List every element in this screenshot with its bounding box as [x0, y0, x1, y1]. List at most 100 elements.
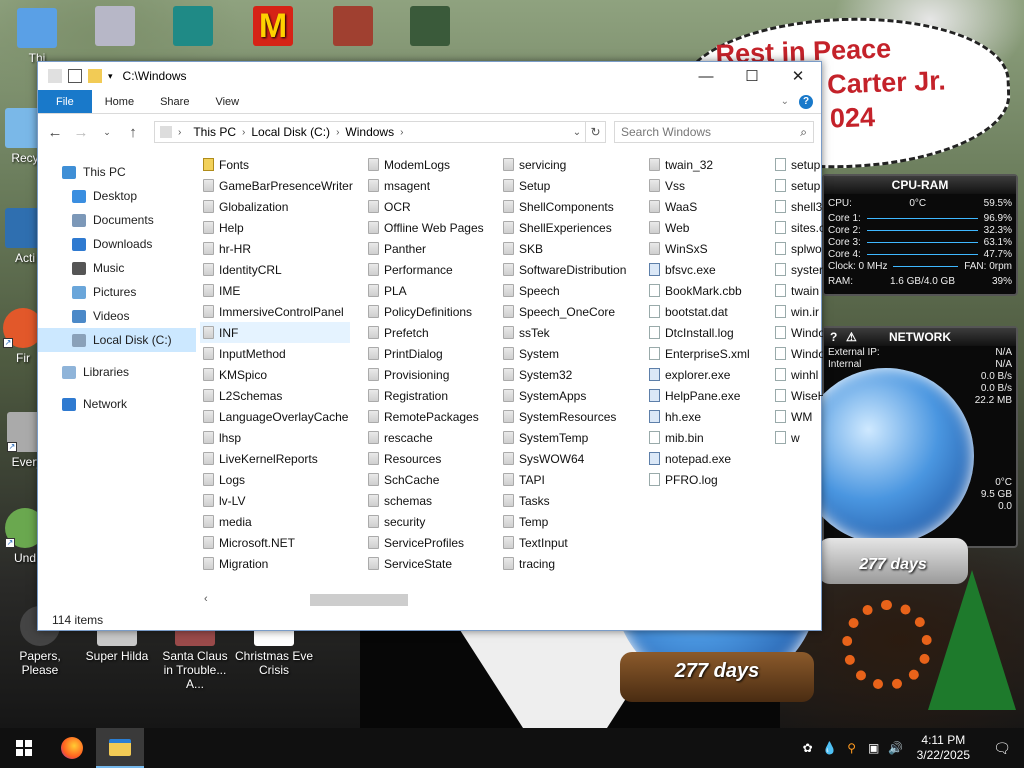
nav-item-videos[interactable]: Videos: [38, 304, 196, 328]
address-bar[interactable]: › This PC › Local Disk (C:) › Windows › …: [154, 121, 606, 143]
file-item[interactable]: Speech_OneCore: [500, 301, 640, 322]
nav-item-desktop[interactable]: Desktop: [38, 184, 196, 208]
nav-item-music[interactable]: Music: [38, 256, 196, 280]
back-button[interactable]: ←: [44, 121, 66, 143]
nav-item-documents[interactable]: Documents: [38, 208, 196, 232]
file-item[interactable]: WiseH: [772, 385, 823, 406]
file-item[interactable]: SoftwareDistribution: [500, 259, 640, 280]
file-item[interactable]: System: [500, 343, 640, 364]
file-item[interactable]: lv-LV: [200, 490, 350, 511]
file-item[interactable]: ssTek: [500, 322, 640, 343]
nav-item-libraries[interactable]: Libraries: [38, 360, 196, 384]
file-item[interactable]: BookMark.cbb: [646, 280, 766, 301]
file-item[interactable]: Web: [646, 217, 766, 238]
expand-ribbon-icon[interactable]: ⌄: [781, 96, 789, 107]
file-item[interactable]: Fonts: [200, 154, 350, 175]
file-item[interactable]: ServiceState: [365, 553, 495, 574]
file-item[interactable]: winhl: [772, 364, 823, 385]
properties-icon[interactable]: [68, 69, 82, 83]
file-item[interactable]: win.ir: [772, 301, 823, 322]
file-item[interactable]: GameBarPresenceWriter: [200, 175, 353, 196]
file-item[interactable]: ModemLogs: [365, 154, 495, 175]
file-item[interactable]: ShellComponents: [500, 196, 640, 217]
file-item[interactable]: Vss: [646, 175, 766, 196]
file-item[interactable]: Registration: [365, 385, 495, 406]
notification-button[interactable]: 🗨: [980, 740, 1024, 757]
file-item[interactable]: SystemResources: [500, 406, 640, 427]
taskbar-firefox[interactable]: [48, 728, 96, 768]
file-item[interactable]: media: [200, 511, 350, 532]
search-input[interactable]: Search Windows ⌕: [614, 121, 814, 143]
file-item[interactable]: mib.bin: [646, 427, 766, 448]
breadcrumb-windows[interactable]: Windows: [339, 125, 400, 139]
file-item[interactable]: Resources: [365, 448, 495, 469]
file-item[interactable]: WM: [772, 406, 823, 427]
scroll-left-icon[interactable]: ‹: [204, 593, 208, 605]
chevron-right-icon[interactable]: ›: [400, 127, 403, 138]
nav-item-network[interactable]: Network: [38, 392, 196, 416]
file-item[interactable]: LanguageOverlayCache: [200, 406, 350, 427]
nav-item-pictures[interactable]: Pictures: [38, 280, 196, 304]
up-button[interactable]: ↑: [122, 121, 144, 143]
file-item[interactable]: Offline Web Pages: [365, 217, 495, 238]
taskbar-file-explorer[interactable]: [96, 728, 144, 768]
tab-file[interactable]: File: [38, 90, 92, 113]
desktop-icon-top-1[interactable]: [80, 6, 150, 49]
file-item[interactable]: Panther: [365, 238, 495, 259]
desktop-icon-top-4[interactable]: [318, 6, 388, 49]
desktop-icon-top-5[interactable]: [395, 6, 465, 49]
nav-item-downloads[interactable]: Downloads: [38, 232, 196, 256]
file-item[interactable]: msagent: [365, 175, 495, 196]
desktop-icon-top-2[interactable]: [158, 6, 228, 49]
file-item[interactable]: IdentityCRL: [200, 259, 350, 280]
file-item[interactable]: Microsoft.NET: [200, 532, 350, 553]
file-item[interactable]: KMSpico: [200, 364, 350, 385]
tab-view[interactable]: View: [202, 90, 252, 113]
file-item[interactable]: hr-HR: [200, 238, 350, 259]
file-item[interactable]: PFRO.log: [646, 469, 766, 490]
file-item[interactable]: DtcInstall.log: [646, 322, 766, 343]
nav-item-local-disk-c[interactable]: Local Disk (C:): [38, 328, 196, 352]
file-item[interactable]: setup: [772, 175, 823, 196]
file-item[interactable]: PolicyDefinitions: [365, 301, 495, 322]
file-item[interactable]: hh.exe: [646, 406, 766, 427]
file-item[interactable]: bfsvc.exe: [646, 259, 766, 280]
file-item[interactable]: SystemApps: [500, 385, 640, 406]
tray-drop-icon[interactable]: 💧: [819, 741, 841, 755]
nav-item-this-pc[interactable]: This PC: [38, 160, 196, 184]
file-item[interactable]: OCR: [365, 196, 495, 217]
file-item[interactable]: servicing: [500, 154, 640, 175]
file-item[interactable]: WinSxS: [646, 238, 766, 259]
file-item[interactable]: Migration: [200, 553, 350, 574]
volume-icon[interactable]: 🔊: [885, 741, 907, 755]
horizontal-scrollbar[interactable]: ‹: [200, 592, 820, 608]
chevron-down-icon[interactable]: ▾: [108, 71, 113, 82]
file-item[interactable]: ServiceProfiles: [365, 532, 495, 553]
chevron-down-icon[interactable]: ⌄: [569, 127, 585, 138]
file-item[interactable]: splwo: [772, 238, 823, 259]
file-item[interactable]: notepad.exe: [646, 448, 766, 469]
file-item[interactable]: Performance: [365, 259, 495, 280]
file-item[interactable]: PLA: [365, 280, 495, 301]
refresh-icon[interactable]: ↻: [585, 122, 605, 142]
tab-home[interactable]: Home: [92, 90, 147, 113]
file-item[interactable]: HelpPane.exe: [646, 385, 766, 406]
file-item[interactable]: L2Schemas: [200, 385, 350, 406]
help-icon[interactable]: ?: [830, 330, 837, 344]
file-item[interactable]: rescache: [365, 427, 495, 448]
file-item[interactable]: security: [365, 511, 495, 532]
file-item[interactable]: lhsp: [200, 427, 350, 448]
maximize-button[interactable]: ☐: [729, 62, 775, 90]
clock[interactable]: 4:11 PM 3/22/2025: [907, 733, 980, 763]
close-button[interactable]: ✕: [775, 62, 821, 90]
file-item[interactable]: setup: [772, 154, 823, 175]
breadcrumb-local-disk[interactable]: Local Disk (C:): [245, 125, 336, 139]
file-item[interactable]: EnterpriseS.xml: [646, 343, 766, 364]
file-item[interactable]: Windo: [772, 343, 823, 364]
new-folder-icon[interactable]: [88, 69, 102, 83]
desktop-icon-top-3[interactable]: M: [238, 6, 308, 49]
file-item[interactable]: SKB: [500, 238, 640, 259]
desktop-icon-this-pc[interactable]: Thi: [2, 8, 72, 65]
cpu-ram-gadget[interactable]: CPU-RAM CPU: 0°C 59.5% Core 1: 96.9% Core 2: 3…: [822, 174, 1018, 296]
file-item[interactable]: Logs: [200, 469, 350, 490]
